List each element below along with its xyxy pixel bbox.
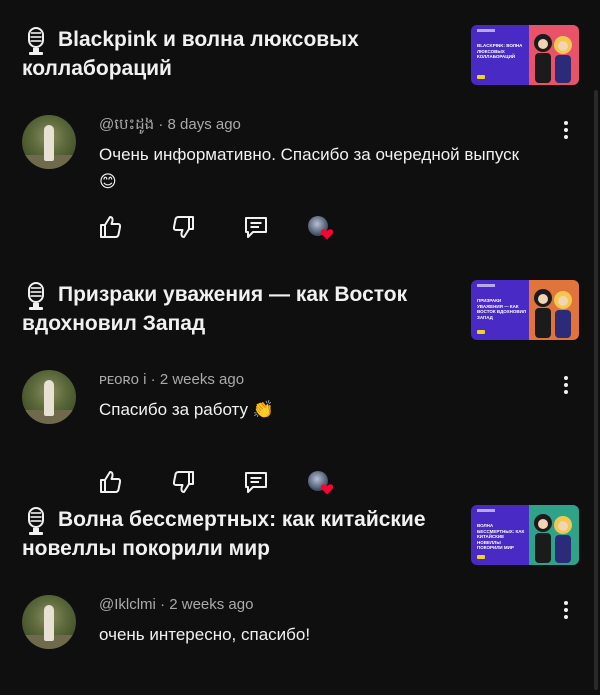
thumbnail-art (529, 505, 579, 565)
video-thumbnail[interactable]: Blackpink: волна люксовых коллабораций (471, 25, 579, 85)
comment-meta: @បេះដូង · 8 days ago (99, 115, 241, 135)
video-title[interactable]: Волна бессмертных: как китайские новеллы… (22, 505, 442, 563)
thumbnail-text: Blackpink: волна люксовых коллабораций (477, 43, 523, 59)
comment-author[interactable]: @Iklclmi (99, 596, 156, 613)
avatar[interactable] (22, 115, 76, 169)
thumbnail-illustration (534, 289, 572, 338)
comment-text: Очень информативно. Спасибо за очередной… (99, 145, 520, 191)
creator-heart-icon (306, 468, 336, 498)
video-thumbnail[interactable]: Волна бессмертных: как китайские новеллы… (471, 505, 579, 565)
video-title-text: Blackpink и волна люксовых коллабораций (22, 28, 359, 80)
thumbnail-illustration (534, 514, 572, 563)
comment-meta: @Iklclmi · 2 weeks ago (99, 595, 253, 615)
reply-comment-icon[interactable] (242, 213, 270, 241)
thumbnail-art (529, 25, 579, 85)
video-title[interactable]: Призраки уважения — как Восток вдохновил… (22, 280, 442, 338)
video-row[interactable]: Волна бессмертных: как китайские новеллы… (0, 505, 590, 569)
comment-actions (96, 468, 356, 498)
thumbs-up-icon[interactable] (96, 213, 124, 241)
comments-history-page: Blackpink и волна люксовых коллабораций … (0, 0, 600, 695)
video-thumbnail[interactable]: Призраки уважения — как восток вдохновил… (471, 280, 579, 340)
more-vertical-icon[interactable] (556, 117, 576, 143)
thumbs-down-icon[interactable] (170, 468, 198, 496)
thumbnail-text-panel: Волна бессмертных: как китайские новеллы… (471, 505, 529, 565)
comment-actions (96, 213, 356, 243)
comment-time[interactable]: 2 weeks ago (160, 371, 244, 388)
creator-heart-icon (306, 213, 336, 243)
separator: · (150, 371, 156, 388)
reply-comment-icon[interactable] (242, 468, 270, 496)
thumbnail-text: Волна бессмертных: как китайские новеллы… (477, 523, 525, 550)
thumbs-down-icon[interactable] (170, 213, 198, 241)
comment-meta: ᴘᴇᴏʀᴏ i · 2 weeks ago (99, 370, 244, 390)
separator: · (160, 596, 166, 613)
video-title-text: Призраки уважения — как Восток вдохновил… (22, 283, 408, 335)
comment-text: очень интересно, спасибо! (99, 625, 311, 644)
scrollbar[interactable] (594, 90, 598, 690)
thumbnail-text-panel: Призраки уважения — как восток вдохновил… (471, 280, 529, 340)
comment-time[interactable]: 2 weeks ago (169, 596, 253, 613)
avatar[interactable] (22, 595, 76, 649)
comment: @Iklclmi · 2 weeks ago очень интересно, … (0, 595, 590, 695)
more-vertical-icon[interactable] (556, 597, 576, 623)
thumbnail-text-panel: Blackpink: волна люксовых коллабораций (471, 25, 529, 85)
avatar[interactable] (22, 370, 76, 424)
video-title-text: Волна бессмертных: как китайские новеллы… (22, 508, 426, 560)
thumbnail-illustration (534, 34, 572, 83)
thumbnail-art (529, 280, 579, 340)
video-title[interactable]: Blackpink и волна люксовых коллабораций (22, 25, 442, 83)
separator: · (158, 116, 164, 133)
comment-time[interactable]: 8 days ago (168, 116, 241, 133)
comment-author[interactable]: ᴘᴇᴏʀᴏ i (99, 371, 146, 388)
thumbnail-text: Призраки уважения — как восток вдохновил… (477, 298, 527, 320)
comment-author[interactable]: @បេះដូង (99, 116, 154, 133)
thumbs-up-icon[interactable] (96, 468, 124, 496)
video-row[interactable]: Blackpink и волна люксовых коллабораций … (0, 25, 590, 89)
more-vertical-icon[interactable] (556, 372, 576, 398)
comment-text: Спасибо за работу 👏 (99, 400, 274, 419)
video-row[interactable]: Призраки уважения — как Восток вдохновил… (0, 280, 590, 344)
